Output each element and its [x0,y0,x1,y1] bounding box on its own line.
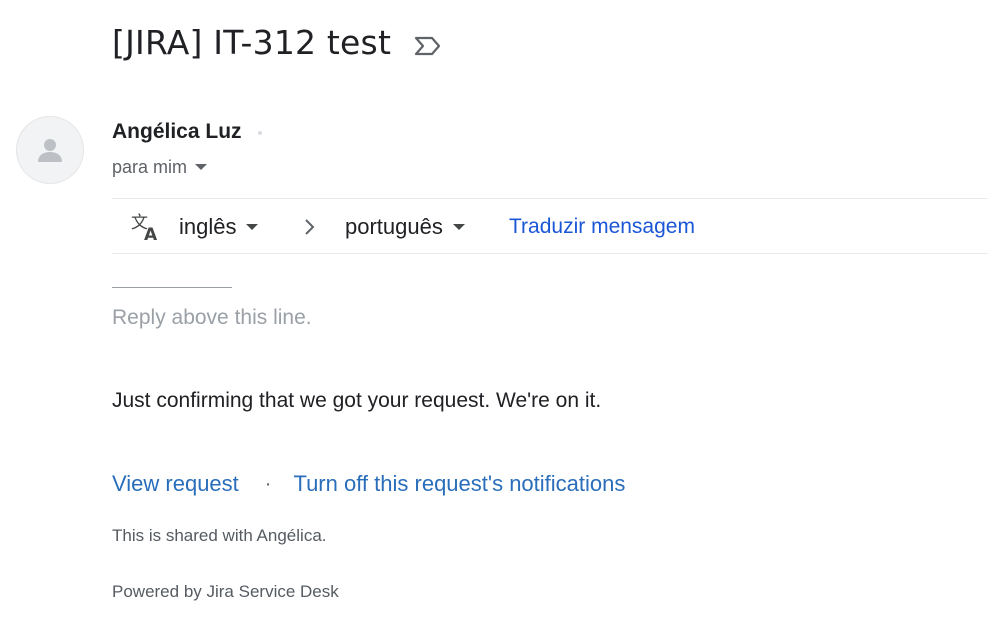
email-subject-title: [JIRA] IT-312 test [112,23,392,62]
person-icon [38,139,62,162]
turn-off-notifications-link[interactable]: Turn off this request's notifications [293,470,625,498]
chevron-down-icon [452,224,465,230]
translate-message-link[interactable]: Traduzir mensagem [509,213,695,241]
view-request-link[interactable]: View request [112,470,239,498]
chevron-right-icon [302,216,318,238]
avatar[interactable] [16,116,84,184]
shared-note: This is shared with Angélica. [112,526,327,545]
sender-status-dot [258,131,262,135]
label-arrow-icon[interactable] [413,34,443,58]
request-links: View request · Turn off this request's n… [112,470,625,498]
chevron-down-icon [246,224,259,230]
source-language-label: inglês [179,214,237,239]
recipient-label: para mim [112,157,188,177]
recipient-details-toggle[interactable]: para mim [112,155,208,179]
target-language-select[interactable]: português [345,213,465,241]
link-separator-dot: · [264,473,272,495]
reply-above-line-text: Reply above this line. [112,306,312,329]
chevron-down-icon [195,164,208,170]
translate-icon: 文 A [130,211,162,245]
source-language-select[interactable]: inglês [179,213,259,241]
svg-text:A: A [144,225,158,243]
message-body: Just confirming that we got your request… [112,389,602,412]
translate-bar: 文 A inglês português Traduzir mensagem [112,198,988,254]
target-language-label: português [345,214,443,239]
reply-separator-line [112,287,232,288]
powered-by-footer: Powered by Jira Service Desk [112,582,339,601]
sender-name: Angélica Luz [112,120,242,143]
email-subject: [JIRA] IT-312 test [112,22,443,64]
